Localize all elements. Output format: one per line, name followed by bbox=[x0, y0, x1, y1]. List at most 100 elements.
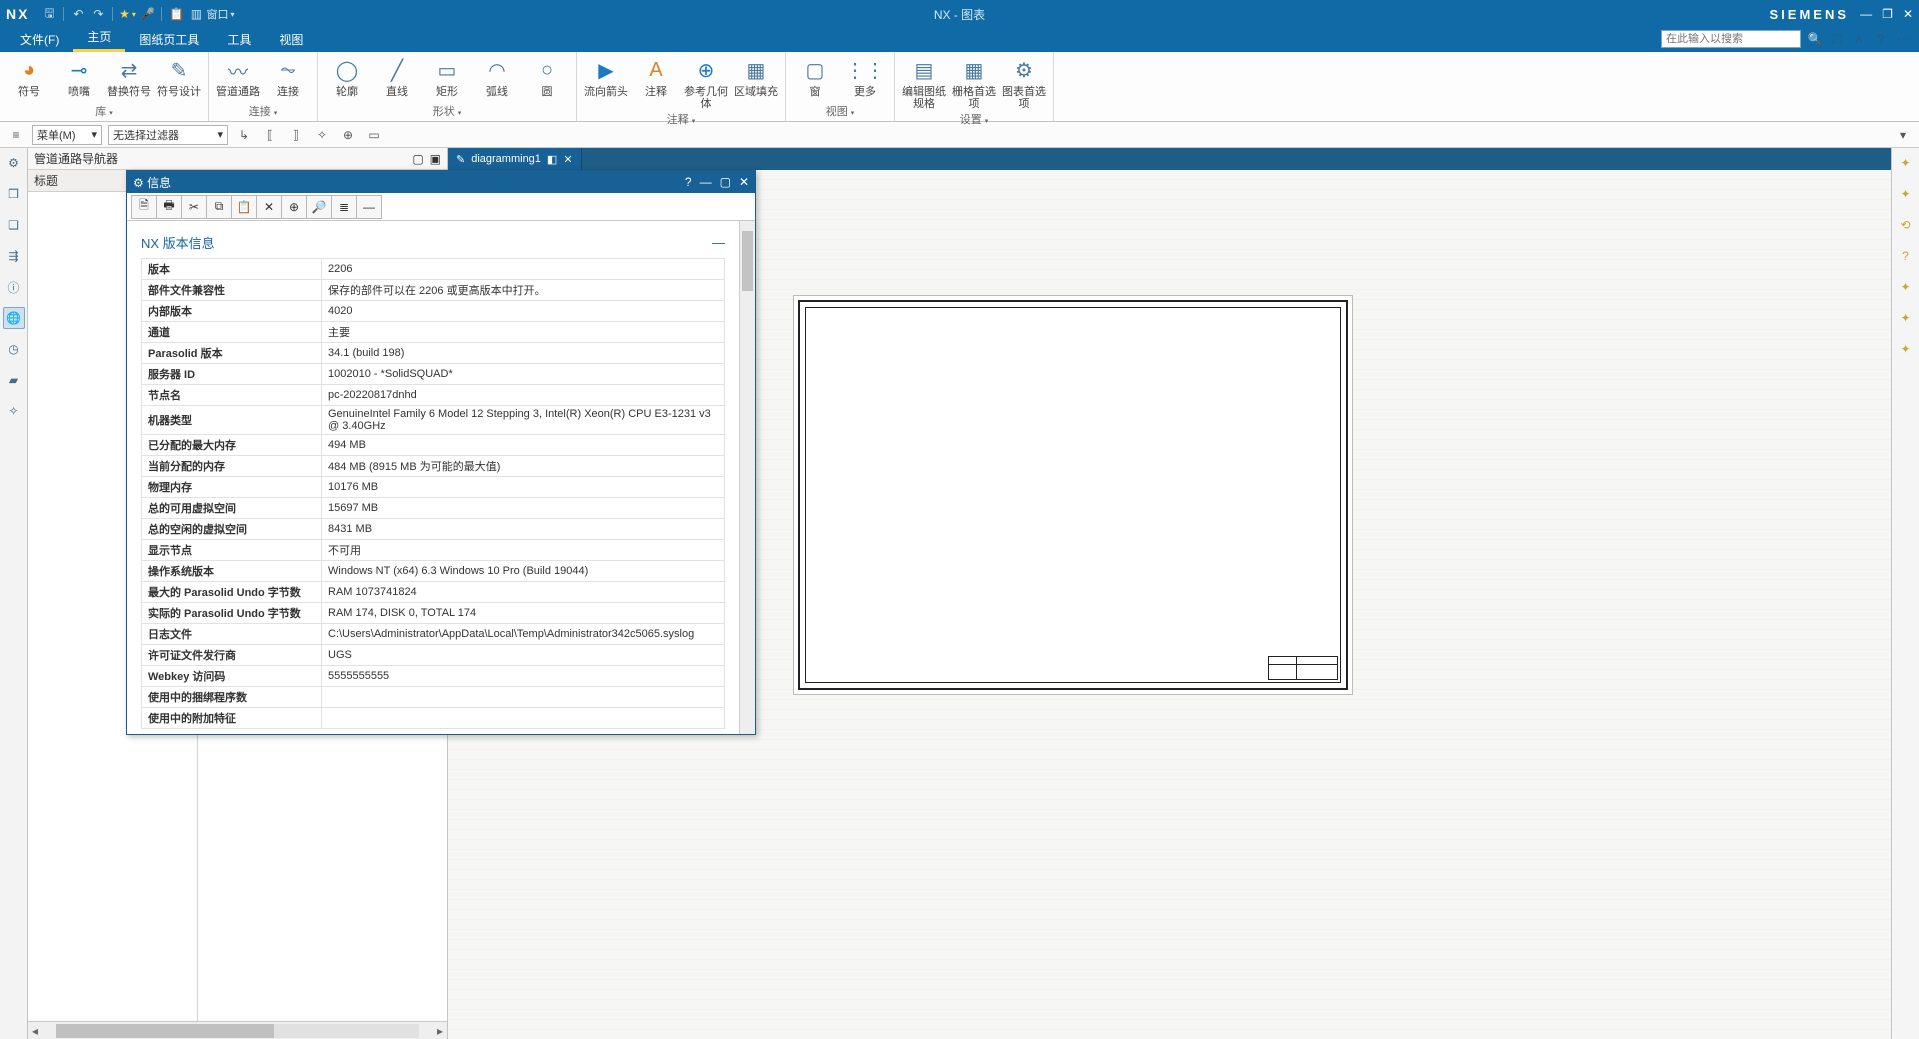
more-icon[interactable]: ⋯ bbox=[1895, 31, 1911, 47]
belt-icon-6[interactable]: ▭ bbox=[364, 125, 384, 145]
menu-tab-3[interactable]: 工具 bbox=[213, 27, 265, 52]
tb-target-icon[interactable]: ⊕ bbox=[281, 195, 307, 219]
left-flow-icon[interactable]: ⇶ bbox=[3, 245, 25, 267]
ribbon-group-label[interactable]: 设置 bbox=[901, 110, 1047, 129]
scroll-right-icon[interactable]: ▸ bbox=[433, 1024, 447, 1038]
help-icon[interactable]: ? bbox=[1873, 31, 1889, 47]
line-button[interactable]: ╱直线 bbox=[374, 56, 420, 98]
tb-delete-icon[interactable]: ✕ bbox=[256, 195, 282, 219]
navigator-column-header[interactable]: 标题 bbox=[34, 172, 58, 189]
fullscreen-icon[interactable]: ⛶ bbox=[1829, 31, 1845, 47]
right-tool-3-icon[interactable]: ⟲ bbox=[1895, 214, 1917, 236]
undo-icon[interactable]: ↶ bbox=[68, 4, 88, 24]
filter-dropdown[interactable]: 无选择过滤器▾ bbox=[108, 125, 228, 145]
belt-overflow-icon[interactable]: ▾ bbox=[1893, 125, 1913, 145]
save-icon[interactable]: 🖫 bbox=[39, 4, 59, 24]
belt-icon-2[interactable]: ⟦ bbox=[260, 125, 280, 145]
chart-prefs-button[interactable]: ⚙图表首选项 bbox=[1001, 56, 1047, 110]
ribbon-group-label[interactable]: 注释 bbox=[583, 110, 779, 129]
nozzle-button[interactable]: ⊸喷嘴 bbox=[56, 56, 102, 98]
annotate-button[interactable]: A注释 bbox=[633, 56, 679, 98]
navigator-detach-icon[interactable]: ▢ bbox=[412, 152, 423, 166]
profile-button[interactable]: ◯轮廓 bbox=[324, 56, 370, 98]
belt-icon-3[interactable]: ⟧ bbox=[286, 125, 306, 145]
arc-button[interactable]: ◠弧线 bbox=[474, 56, 520, 98]
close-button[interactable]: ✕ bbox=[1903, 7, 1913, 21]
left-tools-icon[interactable]: ✧ bbox=[3, 400, 25, 422]
menu-dropdown[interactable]: 菜单(M)▾ bbox=[32, 125, 102, 145]
tb-minus-icon[interactable]: — bbox=[356, 195, 382, 219]
clipboard-icon[interactable]: 📋 bbox=[166, 4, 186, 24]
flow-arrow-button[interactable]: ▶流向箭头 bbox=[583, 56, 629, 98]
left-clock-icon[interactable]: ◷ bbox=[3, 338, 25, 360]
menu-tab-4[interactable]: 视图 bbox=[265, 27, 317, 52]
grid-prefs-button[interactable]: ▦栅格首选项 bbox=[951, 56, 997, 110]
search-input[interactable] bbox=[1661, 30, 1801, 48]
menu-tab-0[interactable]: 文件(F) bbox=[6, 27, 73, 52]
tab-close-icon[interactable]: ✕ bbox=[563, 153, 572, 166]
ref-geom-button[interactable]: ⊕参考几何体 bbox=[683, 56, 729, 110]
menu-tab-1[interactable]: 主页 bbox=[73, 24, 125, 52]
dialog-maximize-icon[interactable]: ▢ bbox=[720, 175, 731, 189]
ribbon-group-label[interactable]: 形状 bbox=[324, 102, 570, 121]
right-tool-4-icon[interactable]: ? bbox=[1895, 245, 1917, 267]
edit-sheet-spec-button[interactable]: ▤编辑图纸规格 bbox=[901, 56, 947, 110]
tb-paste-icon[interactable]: 📋 bbox=[231, 195, 257, 219]
right-tool-7-icon[interactable]: ✦ bbox=[1895, 338, 1917, 360]
tab-pin-icon[interactable]: ◧ bbox=[547, 153, 557, 166]
ribbon-group-label[interactable]: 库 bbox=[6, 102, 202, 121]
search-icon[interactable]: 🔍 bbox=[1807, 31, 1823, 47]
left-cube2-icon[interactable]: ❏ bbox=[3, 214, 25, 236]
hamburger-icon[interactable]: ≡ bbox=[6, 125, 26, 145]
left-gear-icon[interactable]: ⚙ bbox=[3, 152, 25, 174]
replace-symbol-button[interactable]: ⇄替换符号 bbox=[106, 56, 152, 98]
collapse-ribbon-icon[interactable]: ∧ bbox=[1851, 31, 1867, 47]
connect-button[interactable]: ⏦连接 bbox=[265, 56, 311, 98]
pipe-route-button[interactable]: 〰管道通路 bbox=[215, 56, 261, 98]
left-globe-icon[interactable]: 🌐 bbox=[3, 307, 25, 329]
ribbon-group-label[interactable]: 连接 bbox=[215, 102, 311, 121]
favorites-icon[interactable]: ★ bbox=[117, 4, 137, 24]
navigator-close-icon[interactable]: ▣ bbox=[430, 152, 441, 166]
maximize-button[interactable]: ❐ bbox=[1882, 7, 1893, 21]
tb-save-icon[interactable]: 🗎 bbox=[131, 195, 157, 219]
mic-icon[interactable]: 🎤 bbox=[137, 4, 157, 24]
belt-icon-5[interactable]: ⊕ bbox=[338, 125, 358, 145]
tb-find-icon[interactable]: 🔎 bbox=[306, 195, 332, 219]
right-tool-6-icon[interactable]: ✦ bbox=[1895, 307, 1917, 329]
left-palette-icon[interactable]: ▰ bbox=[3, 369, 25, 391]
windows-icon[interactable]: ▥ bbox=[186, 4, 206, 24]
section-collapse-icon[interactable]: — bbox=[712, 235, 725, 250]
more-button[interactable]: ⋮⋮更多 bbox=[842, 56, 888, 98]
tb-cut-icon[interactable]: ✂ bbox=[181, 195, 207, 219]
left-info-icon[interactable]: ⓘ bbox=[3, 276, 25, 298]
symbol-button[interactable]: ◕符号 bbox=[6, 56, 52, 98]
belt-icon-4[interactable]: ✧ bbox=[312, 125, 332, 145]
rectangle-button[interactable]: ▭矩形 bbox=[424, 56, 470, 98]
dialog-close-icon[interactable]: ✕ bbox=[739, 175, 749, 189]
circle-button[interactable]: ○圆 bbox=[524, 56, 570, 98]
menu-tab-2[interactable]: 图纸页工具 bbox=[125, 27, 213, 52]
navigator-hscroll[interactable]: ◂ ▸ bbox=[28, 1021, 447, 1039]
redo-icon[interactable]: ↷ bbox=[88, 4, 108, 24]
ribbon-group-label[interactable]: 视图 bbox=[792, 102, 888, 121]
tb-copy-icon[interactable]: ⧉ bbox=[206, 195, 232, 219]
dialog-help-icon[interactable]: ? bbox=[685, 175, 692, 189]
right-tool-2-icon[interactable]: ✦ bbox=[1895, 183, 1917, 205]
symbol-design-button[interactable]: ✎符号设计 bbox=[156, 56, 202, 98]
dialog-minimize-icon[interactable]: — bbox=[700, 175, 712, 189]
right-tool-1-icon[interactable]: ✦ bbox=[1895, 152, 1917, 174]
area-fill-button[interactable]: ▦区域填充 bbox=[733, 56, 779, 98]
dialog-content[interactable]: NX 版本信息— 版本2206部件文件兼容性保存的部件可以在 2206 或更高版… bbox=[127, 221, 739, 734]
belt-icon-1[interactable]: ↳ bbox=[234, 125, 254, 145]
window-button[interactable]: ▢窗 bbox=[792, 56, 838, 98]
document-tab[interactable]: ✎ diagramming1 ◧ ✕ bbox=[448, 148, 582, 170]
minimize-button[interactable]: — bbox=[1860, 7, 1872, 21]
window-dropdown[interactable]: 窗口 bbox=[206, 4, 234, 24]
tb-wrap-icon[interactable]: ≣ bbox=[331, 195, 357, 219]
dialog-titlebar[interactable]: ⚙ 信息 ? — ▢ ✕ bbox=[127, 171, 755, 193]
tb-print-icon[interactable]: 🖶 bbox=[156, 195, 182, 219]
dialog-vscroll[interactable] bbox=[739, 221, 755, 734]
left-cube-icon[interactable]: ❒ bbox=[3, 183, 25, 205]
scroll-left-icon[interactable]: ◂ bbox=[28, 1024, 42, 1038]
